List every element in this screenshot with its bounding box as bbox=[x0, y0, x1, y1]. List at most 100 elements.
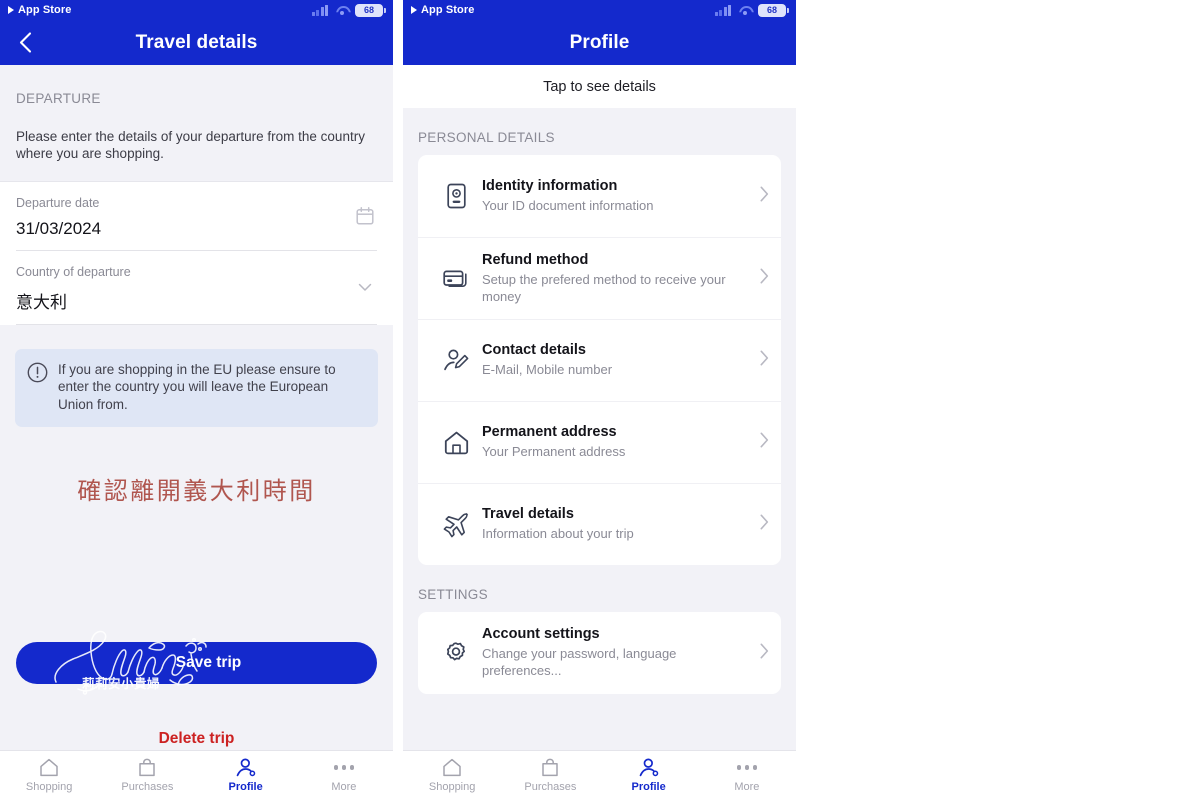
section-label-departure: DEPARTURE bbox=[16, 91, 101, 106]
save-trip-button[interactable]: 莉莉安小貴婦 Save trip bbox=[16, 630, 377, 695]
row-identity-information[interactable]: Identity information Your ID document in… bbox=[418, 155, 781, 237]
nav-bar-left: Travel details bbox=[0, 20, 393, 65]
delete-trip-button[interactable]: Delete trip bbox=[0, 730, 393, 748]
status-bar-left: App Store 68 bbox=[0, 0, 393, 20]
personal-details-card: Identity information Your ID document in… bbox=[418, 155, 781, 565]
travel-details-screen: App Store 68 Travel details DEPARTURE Pl… bbox=[0, 0, 393, 800]
chevron-right-icon bbox=[760, 268, 769, 289]
group-label-personal-details: PERSONAL DETAILS bbox=[418, 130, 555, 145]
row-text-identity-information: Identity information Your ID document in… bbox=[482, 178, 760, 215]
app-return-label: App Store bbox=[18, 4, 72, 16]
departure-date-field[interactable]: Departure date 31/03/2024 bbox=[16, 182, 377, 251]
exclamation-circle-icon bbox=[27, 362, 48, 415]
back-triangle-icon bbox=[8, 6, 14, 14]
id-card-icon bbox=[430, 182, 482, 210]
row-title-refund-method: Refund method bbox=[482, 251, 589, 268]
battery-level-label-right: 68 bbox=[766, 5, 777, 15]
tab-more-label-right: More bbox=[734, 780, 760, 793]
home-outline-icon bbox=[443, 758, 461, 777]
row-subtitle-identity-information: Your ID document information bbox=[482, 197, 654, 213]
status-bar-indicators: 68 bbox=[311, 3, 386, 17]
row-title-permanent-address: Permanent address bbox=[482, 424, 617, 441]
ellipsis-icon bbox=[736, 759, 758, 777]
wifi-icon bbox=[738, 5, 751, 15]
svg-text:莉莉安小貴婦: 莉莉安小貴婦 bbox=[82, 676, 160, 691]
save-trip-label: Save trip bbox=[175, 654, 242, 671]
profile-screen: App Store 68 Profile Tap to see details … bbox=[403, 0, 796, 800]
row-refund-method[interactable]: Refund method Setup the prefered method … bbox=[418, 237, 781, 319]
country-of-departure-value: 意大利 bbox=[16, 292, 67, 312]
tab-profile-right[interactable]: Profile bbox=[600, 758, 698, 793]
country-of-departure-field[interactable]: Country of departure 意大利 bbox=[16, 251, 377, 325]
chevron-right-icon bbox=[760, 514, 769, 535]
row-text-refund-method: Refund method Setup the prefered method … bbox=[482, 252, 760, 305]
tab-purchases-right[interactable]: Purchases bbox=[501, 758, 599, 793]
row-permanent-address[interactable]: Permanent address Your Permanent address bbox=[418, 401, 781, 483]
status-bar-app-return[interactable]: App Store bbox=[8, 4, 71, 16]
row-subtitle-travel-details: Information about your trip bbox=[482, 526, 634, 542]
row-text-permanent-address: Permanent address Your Permanent address bbox=[482, 424, 760, 461]
calendar-icon[interactable] bbox=[355, 206, 375, 226]
country-of-departure-label: Country of departure bbox=[16, 264, 131, 279]
row-contact-details[interactable]: Contact details E-Mail, Mobile number bbox=[418, 319, 781, 401]
user-annotation-text: 確認離開義大利時間 bbox=[77, 477, 316, 506]
departure-section-header: DEPARTURE Please enter the details of yo… bbox=[0, 65, 393, 181]
tap-to-see-details-hint: Tap to see details bbox=[403, 65, 796, 108]
battery-level-label: 68 bbox=[363, 5, 374, 15]
tab-more-right[interactable]: More bbox=[698, 759, 796, 793]
row-subtitle-contact-details: E-Mail, Mobile number bbox=[482, 362, 613, 378]
row-subtitle-account-settings: Change your password, language preferenc… bbox=[482, 646, 677, 678]
chevron-down-icon[interactable] bbox=[355, 277, 375, 297]
signal-bars-icon bbox=[714, 4, 731, 16]
app-return-label-right: App Store bbox=[421, 4, 475, 16]
departure-date-value: 31/03/2024 bbox=[16, 218, 102, 238]
chevron-right-icon bbox=[760, 350, 769, 371]
tab-shopping-left[interactable]: Shopping bbox=[0, 758, 98, 793]
status-bar-right: App Store 68 bbox=[403, 0, 796, 20]
status-bar-indicators-right: 68 bbox=[714, 3, 789, 17]
row-text-account-settings: Account settings Change your password, l… bbox=[482, 626, 760, 679]
credit-card-icon bbox=[430, 266, 482, 291]
tab-shopping-right[interactable]: Shopping bbox=[403, 758, 501, 793]
tab-shopping-label: Shopping bbox=[25, 781, 73, 793]
row-title-account-settings: Account settings bbox=[482, 626, 600, 643]
eu-info-notice: If you are shopping in the EU please ens… bbox=[15, 348, 378, 428]
back-triangle-icon bbox=[411, 6, 417, 14]
tab-bar-left: Shopping Purchases Profile More bbox=[0, 750, 393, 800]
nav-bar-right: Profile bbox=[403, 20, 796, 65]
row-title-travel-details: Travel details bbox=[482, 506, 574, 523]
home-outline-icon bbox=[40, 758, 58, 777]
tab-more-left[interactable]: More bbox=[295, 759, 393, 793]
tab-purchases-label-right: Purchases bbox=[524, 781, 577, 793]
battery-icon: 68 bbox=[758, 3, 789, 17]
row-account-settings[interactable]: Account settings Change your password, l… bbox=[418, 612, 781, 694]
row-travel-details[interactable]: Travel details Information about your tr… bbox=[418, 483, 781, 565]
tab-bar-right: Shopping Purchases Profile More bbox=[403, 750, 796, 800]
departure-date-label: Departure date bbox=[16, 195, 100, 210]
row-subtitle-permanent-address: Your Permanent address bbox=[482, 444, 626, 460]
tab-purchases-left[interactable]: Purchases bbox=[98, 758, 196, 793]
row-subtitle-refund-method: Setup the prefered method to receive you… bbox=[482, 271, 726, 304]
wifi-icon bbox=[335, 5, 348, 15]
tab-profile-label-right: Profile bbox=[631, 781, 666, 793]
ellipsis-icon bbox=[333, 759, 355, 777]
page-title-right: Profile bbox=[569, 31, 630, 53]
eu-info-notice-text: If you are shopping in the EU please ens… bbox=[58, 361, 336, 413]
signal-bars-icon bbox=[311, 4, 328, 16]
airplane-icon bbox=[430, 511, 482, 539]
status-bar-app-return-right[interactable]: App Store bbox=[411, 4, 474, 16]
person-outline-icon bbox=[236, 758, 256, 777]
tab-more-label: More bbox=[331, 780, 357, 793]
settings-card: Account settings Change your password, l… bbox=[418, 612, 781, 694]
tab-purchases-label: Purchases bbox=[121, 781, 174, 793]
page-title-left: Travel details bbox=[135, 31, 258, 53]
person-outline-icon bbox=[639, 758, 659, 777]
row-title-contact-details: Contact details bbox=[482, 342, 586, 359]
profile-groups: PERSONAL DETAILS Identity information Yo… bbox=[403, 108, 796, 704]
chevron-left-icon[interactable] bbox=[14, 32, 36, 54]
tab-shopping-label-right: Shopping bbox=[428, 781, 476, 793]
row-text-travel-details: Travel details Information about your tr… bbox=[482, 506, 760, 543]
tab-profile-left[interactable]: Profile bbox=[197, 758, 295, 793]
group-label-settings: SETTINGS bbox=[418, 587, 488, 602]
home-icon bbox=[430, 430, 482, 456]
